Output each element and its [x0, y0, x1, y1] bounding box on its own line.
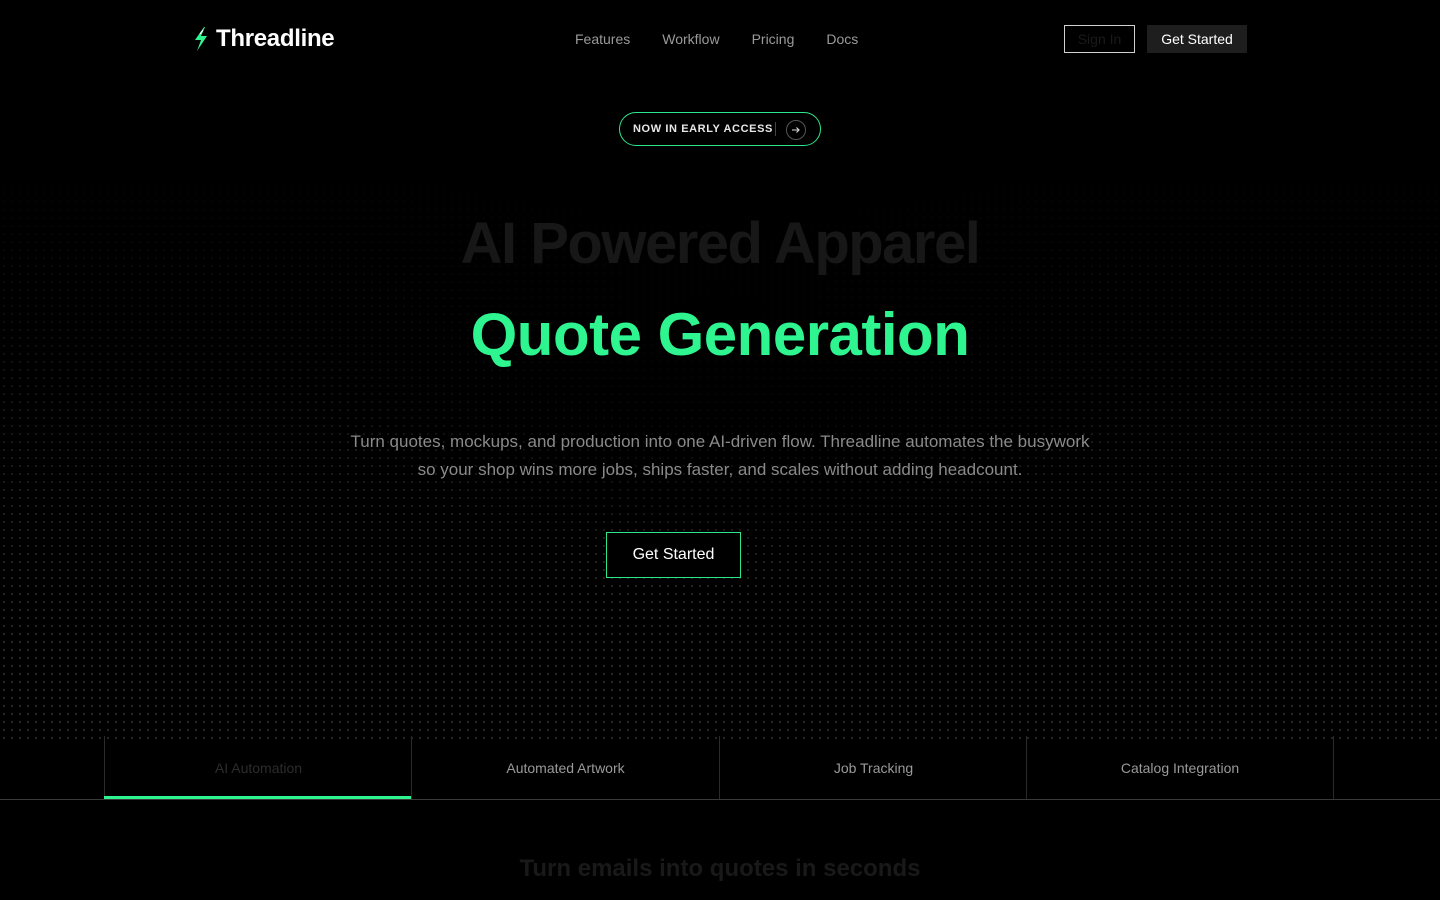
hero-get-started-button[interactable]: Get Started: [606, 532, 741, 578]
nav-item-workflow[interactable]: Workflow: [662, 30, 719, 48]
nav-item-pricing[interactable]: Pricing: [752, 30, 795, 48]
early-access-badge[interactable]: NOW IN EARLY ACCESS: [619, 112, 821, 146]
badge-divider: [775, 122, 776, 136]
tab-job-tracking[interactable]: Job Tracking: [719, 736, 1027, 799]
hero-title-line-2: Quote Generation: [470, 301, 970, 368]
header-get-started-button[interactable]: Get Started: [1147, 25, 1247, 53]
feature-tabs: AI Automation Automated Artwork Job Trac…: [0, 736, 1440, 800]
tab-automated-artwork[interactable]: Automated Artwork: [411, 736, 719, 799]
main-nav: Features Workflow Pricing Docs: [575, 30, 890, 48]
nav-item-features[interactable]: Features: [575, 30, 630, 48]
lightning-bolt-icon: [190, 26, 212, 52]
section-title: Turn emails into quotes in seconds: [519, 855, 921, 882]
brand-logo[interactable]: Threadline: [190, 24, 335, 54]
badge-label: NOW IN EARLY ACCESS: [633, 123, 773, 135]
landing-page: Threadline Features Workflow Pricing Doc…: [0, 0, 1440, 900]
tab-ai-automation[interactable]: AI Automation: [104, 736, 412, 799]
sign-in-button[interactable]: Sign In: [1064, 25, 1135, 53]
tab-catalog-integration[interactable]: Catalog Integration: [1026, 736, 1334, 799]
nav-item-docs[interactable]: Docs: [826, 30, 858, 48]
arrow-right-icon: [786, 120, 806, 140]
active-tab-indicator: [104, 796, 411, 799]
hero-title-line-1: AI Powered Apparel: [460, 211, 981, 276]
hero-subtitle: Turn quotes, mockups, and production int…: [350, 432, 1090, 479]
site-header: Threadline Features Workflow Pricing Doc…: [0, 0, 1440, 78]
brand-name: Threadline: [216, 25, 335, 52]
